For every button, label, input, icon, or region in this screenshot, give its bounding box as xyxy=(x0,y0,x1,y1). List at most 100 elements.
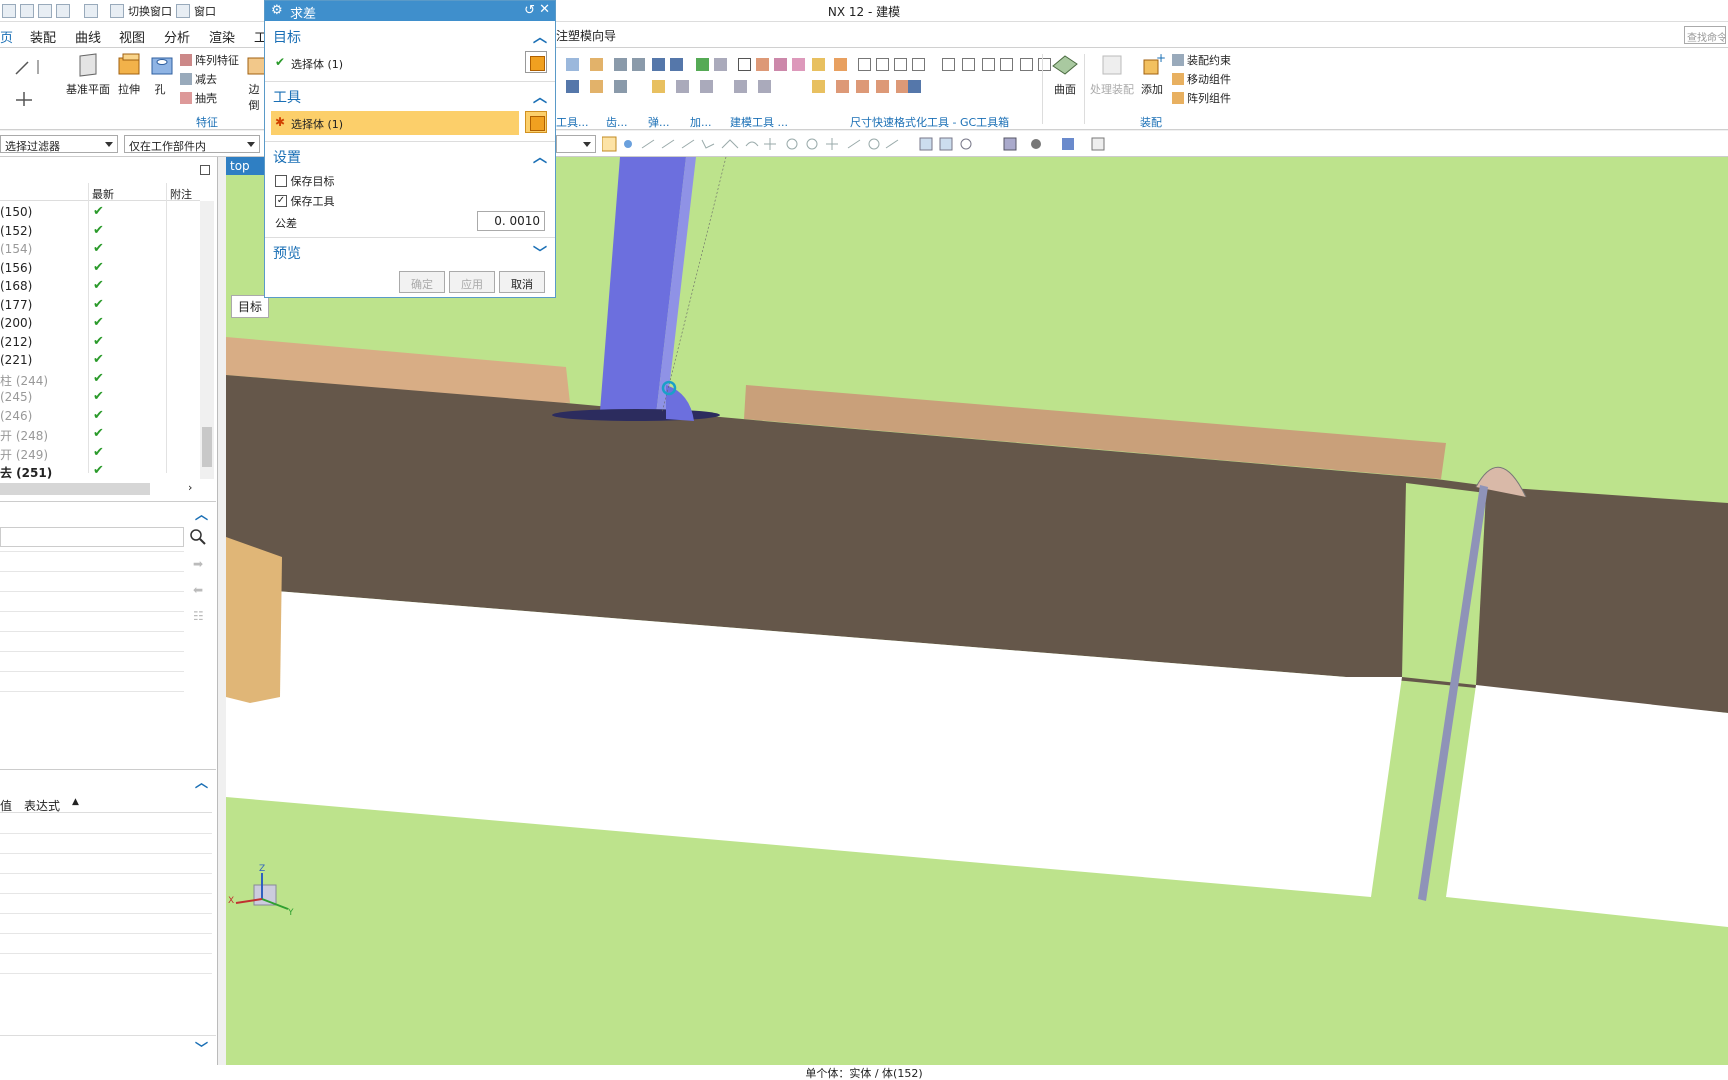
toolbar-icon-21[interactable] xyxy=(758,80,771,93)
dimension-icon-9[interactable] xyxy=(1020,58,1033,71)
cancel-button[interactable]: 取消 xyxy=(499,271,545,293)
dimension-icon-7[interactable] xyxy=(982,58,995,71)
toolbar-icon-18[interactable] xyxy=(676,80,689,93)
half-bore[interactable] xyxy=(666,385,694,421)
snap-point-toolbar[interactable] xyxy=(602,136,1142,152)
pattern-feature-button[interactable]: 阵列特征 xyxy=(180,52,239,68)
toolbar-icon-2[interactable] xyxy=(590,58,603,71)
select-body-icon[interactable] xyxy=(525,111,547,133)
toolbar-icon-13[interactable] xyxy=(834,58,847,71)
group-modeling-tools-label[interactable]: 建模工具 ... xyxy=(730,114,788,130)
maximize-icon[interactable] xyxy=(200,165,210,175)
command-search-input[interactable]: 查找命令 xyxy=(1684,26,1726,44)
toolbar-icon-11[interactable] xyxy=(792,58,805,71)
dimension-icon-5[interactable] xyxy=(942,58,955,71)
toolbar-icon-10[interactable] xyxy=(774,58,787,71)
keep-target-checkbox[interactable] xyxy=(275,175,287,187)
toolbar-icon-9[interactable] xyxy=(756,58,769,71)
ok-button[interactable]: 确定 xyxy=(399,271,445,293)
feature-row[interactable]: 开 (248) ✔ xyxy=(0,425,200,443)
tab-assembly[interactable]: 装配 xyxy=(30,27,56,46)
toolbar-icon-23[interactable] xyxy=(836,80,849,93)
tab-home[interactable]: 页 xyxy=(0,27,13,46)
type-filter-dropdown[interactable]: 选择过滤器 xyxy=(0,135,118,153)
feature-row[interactable]: (177) ✔ xyxy=(0,296,200,314)
wcs-triad-icon[interactable]: Z Y X xyxy=(228,864,294,918)
triangle-icon[interactable] xyxy=(738,58,751,71)
tool-select-row[interactable]: ✱ 选择体 (1) xyxy=(271,111,519,135)
process-assembly-button[interactable]: 处理装配 xyxy=(1088,52,1136,97)
toolbar-icon-22[interactable] xyxy=(812,80,825,93)
toolbar-icon-4[interactable] xyxy=(632,58,645,71)
tolerance-input[interactable]: 0. 0010 xyxy=(477,211,545,231)
dependency-search-input[interactable] xyxy=(0,527,184,547)
toolbar-icon-25[interactable] xyxy=(876,80,889,93)
reset-icon[interactable]: ↺ xyxy=(524,3,535,18)
keep-tool-row[interactable]: ✓ 保存工具 xyxy=(275,193,335,209)
dimension-icon-3[interactable] xyxy=(894,58,907,71)
chevron-up-icon[interactable]: ︿ xyxy=(533,147,547,167)
feature-row[interactable]: (154) ✔ xyxy=(0,240,200,258)
chevron-up-icon[interactable]: ︿ xyxy=(195,504,208,523)
scrollbar-thumb[interactable] xyxy=(202,427,212,467)
feature-row[interactable]: (152) ✔ xyxy=(0,222,200,240)
scroll-right-icon[interactable]: › xyxy=(188,481,192,494)
datum-plane-button[interactable]: 基准平面 xyxy=(66,52,110,97)
note-column-header[interactable]: 附注 xyxy=(170,186,192,202)
toolbar-icon-16[interactable] xyxy=(614,80,627,93)
feature-row[interactable]: (150) ✔ xyxy=(0,203,200,221)
feature-row[interactable]: (221) ✔ xyxy=(0,351,200,369)
assembly-constraint-button[interactable]: 装配约束 xyxy=(1172,52,1231,68)
extrude-button[interactable]: 拉伸 xyxy=(114,52,144,97)
forward-arrow-icon[interactable]: ➡ xyxy=(193,557,203,571)
group-gc-label[interactable]: 尺寸快速格式化工具 - GC工具箱 xyxy=(850,114,1009,130)
left-tan-part[interactable] xyxy=(226,537,282,703)
expression-column-header[interactable]: 表达式 xyxy=(24,797,60,814)
surface-button[interactable]: 曲面 xyxy=(1050,52,1080,97)
white-face-right[interactable] xyxy=(1446,685,1728,927)
tab-analysis[interactable]: 分析 xyxy=(164,27,190,46)
latest-column-header[interactable]: 最新 xyxy=(92,186,114,202)
navigator-scrollbar[interactable] xyxy=(200,201,214,479)
group-machining-label[interactable]: 加... xyxy=(690,114,712,130)
tab-view[interactable]: 视图 xyxy=(119,27,145,46)
toolbar-icon-20[interactable] xyxy=(734,80,747,93)
sketch-tools-icon[interactable] xyxy=(2,56,48,106)
dimension-icon-1[interactable] xyxy=(858,58,871,71)
chevron-down-icon[interactable]: ﹀ xyxy=(533,243,547,263)
apply-button[interactable]: 应用 xyxy=(449,271,495,293)
toolbar-icon-5[interactable] xyxy=(652,58,665,71)
target-select-row[interactable]: ✔ 选择体 (1) xyxy=(271,51,547,75)
feature-row[interactable]: (246) ✔ xyxy=(0,407,200,425)
chevron-up-icon[interactable]: ︿ xyxy=(195,772,208,791)
scope-filter-dropdown[interactable]: 仅在工作部件内 xyxy=(124,135,260,153)
back-arrow-icon[interactable]: ⬅ xyxy=(193,583,203,597)
feature-row[interactable]: (212) ✔ xyxy=(0,333,200,351)
pattern-component-button[interactable]: 阵列组件 xyxy=(1172,90,1231,106)
toolbar-icon-8[interactable] xyxy=(714,58,727,71)
feature-row[interactable]: (156) ✔ xyxy=(0,259,200,277)
group-teeth-label[interactable]: 齿... xyxy=(606,114,628,130)
feature-row[interactable]: (245) ✔ xyxy=(0,388,200,406)
feature-row[interactable]: (168) ✔ xyxy=(0,277,200,295)
toolbar-icon-6[interactable] xyxy=(670,58,683,71)
keep-target-row[interactable]: 保存目标 xyxy=(275,173,335,189)
dependencies-panel-header[interactable]: ︿ xyxy=(0,501,216,523)
subtract-button[interactable]: 减去 xyxy=(180,71,217,87)
toolbar-icon-1[interactable] xyxy=(566,58,579,71)
toolbar-icon-7[interactable] xyxy=(696,58,709,71)
move-component-button[interactable]: 移动组件 xyxy=(1172,71,1231,87)
list-view-icon[interactable]: ☷ xyxy=(193,609,204,623)
view-tab-top[interactable]: top xyxy=(226,157,268,175)
toolbar-icon-14[interactable] xyxy=(566,80,579,93)
chevron-up-icon[interactable]: ︿ xyxy=(533,27,547,47)
feature-row[interactable]: 开 (249) ✔ xyxy=(0,444,200,462)
tab-curve[interactable]: 曲线 xyxy=(75,27,101,46)
dimension-icon-6[interactable] xyxy=(962,58,975,71)
feature-row[interactable]: (200) ✔ xyxy=(0,314,200,332)
select-body-icon[interactable] xyxy=(525,51,547,73)
chevron-down-icon[interactable]: ﹀ xyxy=(195,1038,208,1057)
dimension-icon-8[interactable] xyxy=(1000,58,1013,71)
horizontal-scrollbar[interactable] xyxy=(0,483,150,495)
value-column-header[interactable]: 值 xyxy=(0,797,12,814)
